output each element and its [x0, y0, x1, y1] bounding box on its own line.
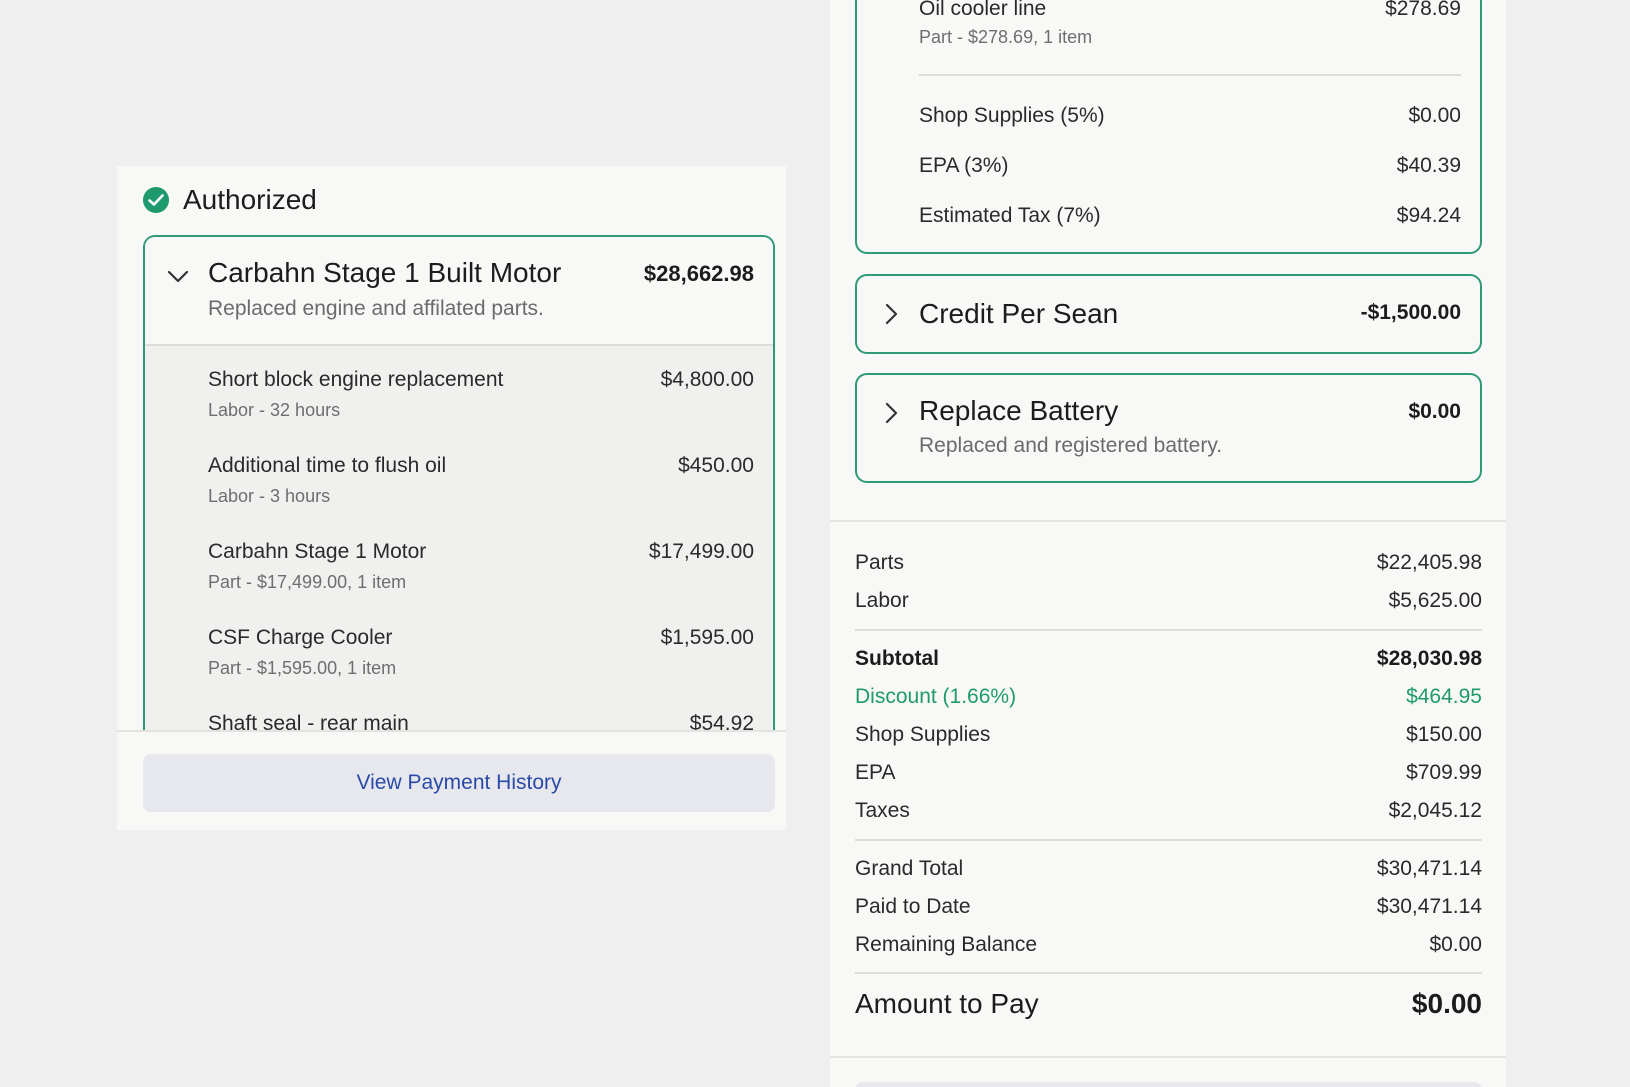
- job-title: Replace Battery: [919, 395, 1119, 426]
- line-item-name: Additional time to flush oil: [208, 454, 447, 477]
- summary-label: Discount (1.66%): [855, 685, 1017, 708]
- amount-to-pay-value: $0.00: [1411, 988, 1482, 1019]
- job-card-credit[interactable]: Credit Per Sean -$1,500.00: [855, 274, 1482, 354]
- list-item: Shaft seal - rear main $54.92: [208, 712, 754, 731]
- invoice-summary-panel: Oil cooler line $278.69 Part - $278.69, …: [830, 0, 1506, 1087]
- divider: [855, 839, 1482, 841]
- summary-subtotal: Subtotal $28,030.98: [855, 647, 1482, 671]
- summary-label: EPA: [855, 761, 896, 784]
- list-item: Oil cooler line $278.69: [919, 0, 1461, 21]
- summary-labor: Labor $5,625.00: [855, 589, 1482, 613]
- pay-button[interactable]: [855, 1082, 1482, 1087]
- check-circle-icon: [143, 187, 169, 213]
- amount-to-pay-label: Amount to Pay: [855, 988, 1039, 1019]
- line-item-name: Shaft seal - rear main: [208, 712, 409, 731]
- divider: [855, 972, 1482, 974]
- job-line-items[interactable]: Short block engine replacement Labor - 3…: [145, 346, 773, 731]
- summary-paid-to-date: Paid to Date $30,471.14: [855, 895, 1482, 919]
- summary-value: $30,471.14: [1376, 857, 1482, 880]
- job-card-built-motor: Carbahn Stage 1 Built Motor Replaced eng…: [143, 235, 775, 731]
- summary-label: Subtotal: [855, 647, 939, 670]
- summary-remaining-balance: Remaining Balance $0.00: [855, 933, 1482, 957]
- line-item-price: $450.00: [678, 454, 754, 477]
- line-item-price: $1,595.00: [660, 626, 754, 649]
- fee-row-shop-supplies: Shop Supplies (5%) $0.00: [919, 104, 1461, 128]
- job-card-battery[interactable]: Replace Battery Replaced and registered …: [855, 373, 1482, 483]
- divider: [919, 74, 1461, 76]
- line-item-sub: Part - $1,595.00, 1 item: [208, 658, 397, 678]
- summary-label: Taxes: [855, 799, 910, 822]
- chevron-right-icon[interactable]: [883, 302, 899, 331]
- job-price: $0.00: [1408, 400, 1461, 423]
- divider: [830, 520, 1506, 522]
- line-item-sub: Part - $278.69, 1 item: [919, 27, 1093, 47]
- summary-parts: Parts $22,405.98: [855, 551, 1482, 575]
- line-item-price: $278.69: [1385, 0, 1461, 20]
- summary-value: $28,030.98: [1376, 647, 1482, 670]
- summary-shop-supplies: Shop Supplies $150.00: [855, 723, 1482, 747]
- job-header[interactable]: Carbahn Stage 1 Built Motor Replaced eng…: [145, 237, 773, 346]
- summary-label: Paid to Date: [855, 895, 971, 918]
- list-item: Additional time to flush oil Labor - 3 h…: [208, 454, 754, 507]
- summary-value: $150.00: [1406, 723, 1482, 746]
- job-title: Carbahn Stage 1 Built Motor: [208, 257, 562, 288]
- list-item: Carbahn Stage 1 Motor Part - $17,499.00,…: [208, 540, 754, 593]
- fee-value: $0.00: [1408, 104, 1461, 127]
- fee-label: Shop Supplies (5%): [919, 104, 1105, 127]
- fee-row-estimated-tax: Estimated Tax (7%) $94.24: [919, 204, 1461, 228]
- summary-label: Grand Total: [855, 857, 964, 880]
- summary-value: $464.95: [1406, 685, 1482, 708]
- fee-label: Estimated Tax (7%): [919, 204, 1101, 227]
- line-item-sub: Labor - 32 hours: [208, 400, 341, 420]
- summary-value: $30,471.14: [1376, 895, 1482, 918]
- line-item-sub: Labor - 3 hours: [208, 486, 331, 506]
- summary-epa: EPA $709.99: [855, 761, 1482, 785]
- summary-value: $0.00: [1429, 933, 1482, 956]
- summary-value: $5,625.00: [1388, 589, 1482, 612]
- summary-value: $22,405.98: [1376, 551, 1482, 574]
- summary-label: Shop Supplies: [855, 723, 991, 746]
- authorized-section: Authorized Carbahn Stage 1 Built Motor R…: [117, 166, 786, 830]
- line-item-price: $17,499.00: [648, 540, 754, 563]
- authorized-header: Authorized: [143, 184, 317, 216]
- job-title: Credit Per Sean: [919, 298, 1119, 329]
- line-item-price: $54.92: [689, 712, 754, 731]
- line-item-price: $4,800.00: [660, 368, 754, 391]
- job-card-continued: Oil cooler line $278.69 Part - $278.69, …: [855, 0, 1482, 254]
- list-item: CSF Charge Cooler Part - $1,595.00, 1 it…: [208, 626, 754, 679]
- divider: [117, 730, 786, 732]
- line-item-name: Oil cooler line: [919, 0, 1047, 20]
- fee-row-epa: EPA (3%) $40.39: [919, 154, 1461, 178]
- chevron-right-icon[interactable]: [883, 401, 899, 430]
- divider: [855, 629, 1482, 631]
- view-payment-history-button[interactable]: View Payment History: [143, 754, 775, 812]
- fee-value: $94.24: [1396, 204, 1461, 227]
- authorized-label: Authorized: [183, 184, 317, 215]
- fee-label: EPA (3%): [919, 154, 1009, 177]
- job-description: Replaced engine and affilated parts.: [208, 297, 544, 320]
- job-price: -$1,500.00: [1360, 301, 1461, 324]
- divider: [830, 1056, 1506, 1058]
- list-item: Short block engine replacement Labor - 3…: [208, 368, 754, 421]
- summary-grand-total: Grand Total $30,471.14: [855, 857, 1482, 881]
- summary-taxes: Taxes $2,045.12: [855, 799, 1482, 823]
- job-description: Replaced and registered battery.: [919, 434, 1223, 457]
- job-price: $28,662.98: [643, 261, 754, 286]
- summary-value: $709.99: [1406, 761, 1482, 784]
- summary-value: $2,045.12: [1388, 799, 1482, 822]
- fee-value: $40.39: [1396, 154, 1461, 177]
- chevron-down-icon[interactable]: [165, 263, 191, 294]
- amount-to-pay: Amount to Pay $0.00: [855, 988, 1482, 1020]
- summary-discount: Discount (1.66%) $464.95: [855, 685, 1482, 709]
- summary-label: Parts: [855, 551, 905, 574]
- summary-label: Remaining Balance: [855, 933, 1038, 956]
- summary-label: Labor: [855, 589, 909, 612]
- line-item-sub: Part - $17,499.00, 1 item: [208, 572, 407, 592]
